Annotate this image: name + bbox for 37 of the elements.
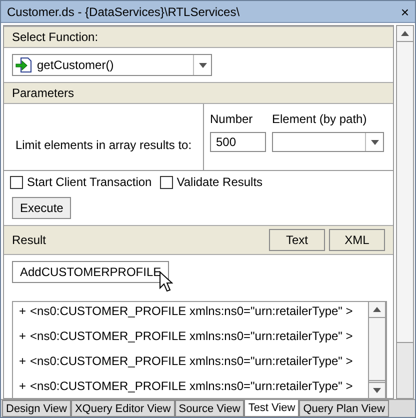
scroll-down-icon[interactable] <box>370 140 378 144</box>
element-label: Element (by path) <box>272 112 368 126</box>
execute-button[interactable]: Execute <box>12 197 72 219</box>
checkbox[interactable] <box>160 176 173 188</box>
scroll-down-icon[interactable] <box>198 62 206 68</box>
view-button[interactable]: Text <box>269 229 325 251</box>
scroll-up-icon[interactable] <box>373 307 381 312</box>
tree-node[interactable]: + <ns0:CUSTOMER_PROFILE xmlns:ns0="urn:retailerType" > <box>19 354 368 368</box>
view-tab[interactable]: Source View <box>174 400 244 417</box>
view-tab[interactable]: Design View <box>2 400 71 417</box>
section-title: Select Function: <box>12 30 98 44</box>
view-tab[interactable]: XQuery Editor View <box>70 400 175 417</box>
scroll-up-icon[interactable] <box>401 31 409 36</box>
view-tab[interactable]: Query Plan View <box>299 400 389 417</box>
scroll-down-icon[interactable] <box>373 388 381 393</box>
function-icon <box>15 57 33 73</box>
section-title: Result <box>12 233 46 247</box>
checkbox-label: Validate Results <box>176 175 263 189</box>
window-title: Customer.ds - {DataServices}\RTLServices\ <box>7 4 240 18</box>
tree-node[interactable]: + <ns0:CUSTOMER_PROFILE xmlns:ns0="urn:retailerType" > <box>19 379 368 393</box>
scrollbar[interactable] <box>396 25 414 399</box>
tree-node[interactable]: + <ns0:CUSTOMER_PROFILE xmlns:ns0="urn:retailerType" > <box>19 329 368 343</box>
number-label: Number <box>210 112 254 126</box>
limit-label: Limit elements in array results to: <box>15 138 192 152</box>
cursor-icon <box>159 271 174 293</box>
close-button[interactable]: × <box>400 4 409 20</box>
checkbox[interactable] <box>10 176 23 188</box>
view-button[interactable]: XML <box>329 229 385 251</box>
checkbox-label: Start Client Transaction <box>27 175 152 189</box>
section-title: Parameters <box>12 86 74 100</box>
number-field[interactable]: 500 <box>210 132 266 152</box>
function-dropdown[interactable]: getCustomer() <box>12 54 212 76</box>
view-tab[interactable]: Test View <box>244 400 300 417</box>
tree-node[interactable]: + <ns0:CUSTOMER_PROFILE xmlns:ns0="urn:retailerType" > <box>19 304 368 318</box>
element-button[interactable]: AddCUSTOMERPROFILE <box>12 261 170 283</box>
element-dropdown[interactable] <box>272 132 384 152</box>
scrollbar[interactable] <box>368 302 386 398</box>
